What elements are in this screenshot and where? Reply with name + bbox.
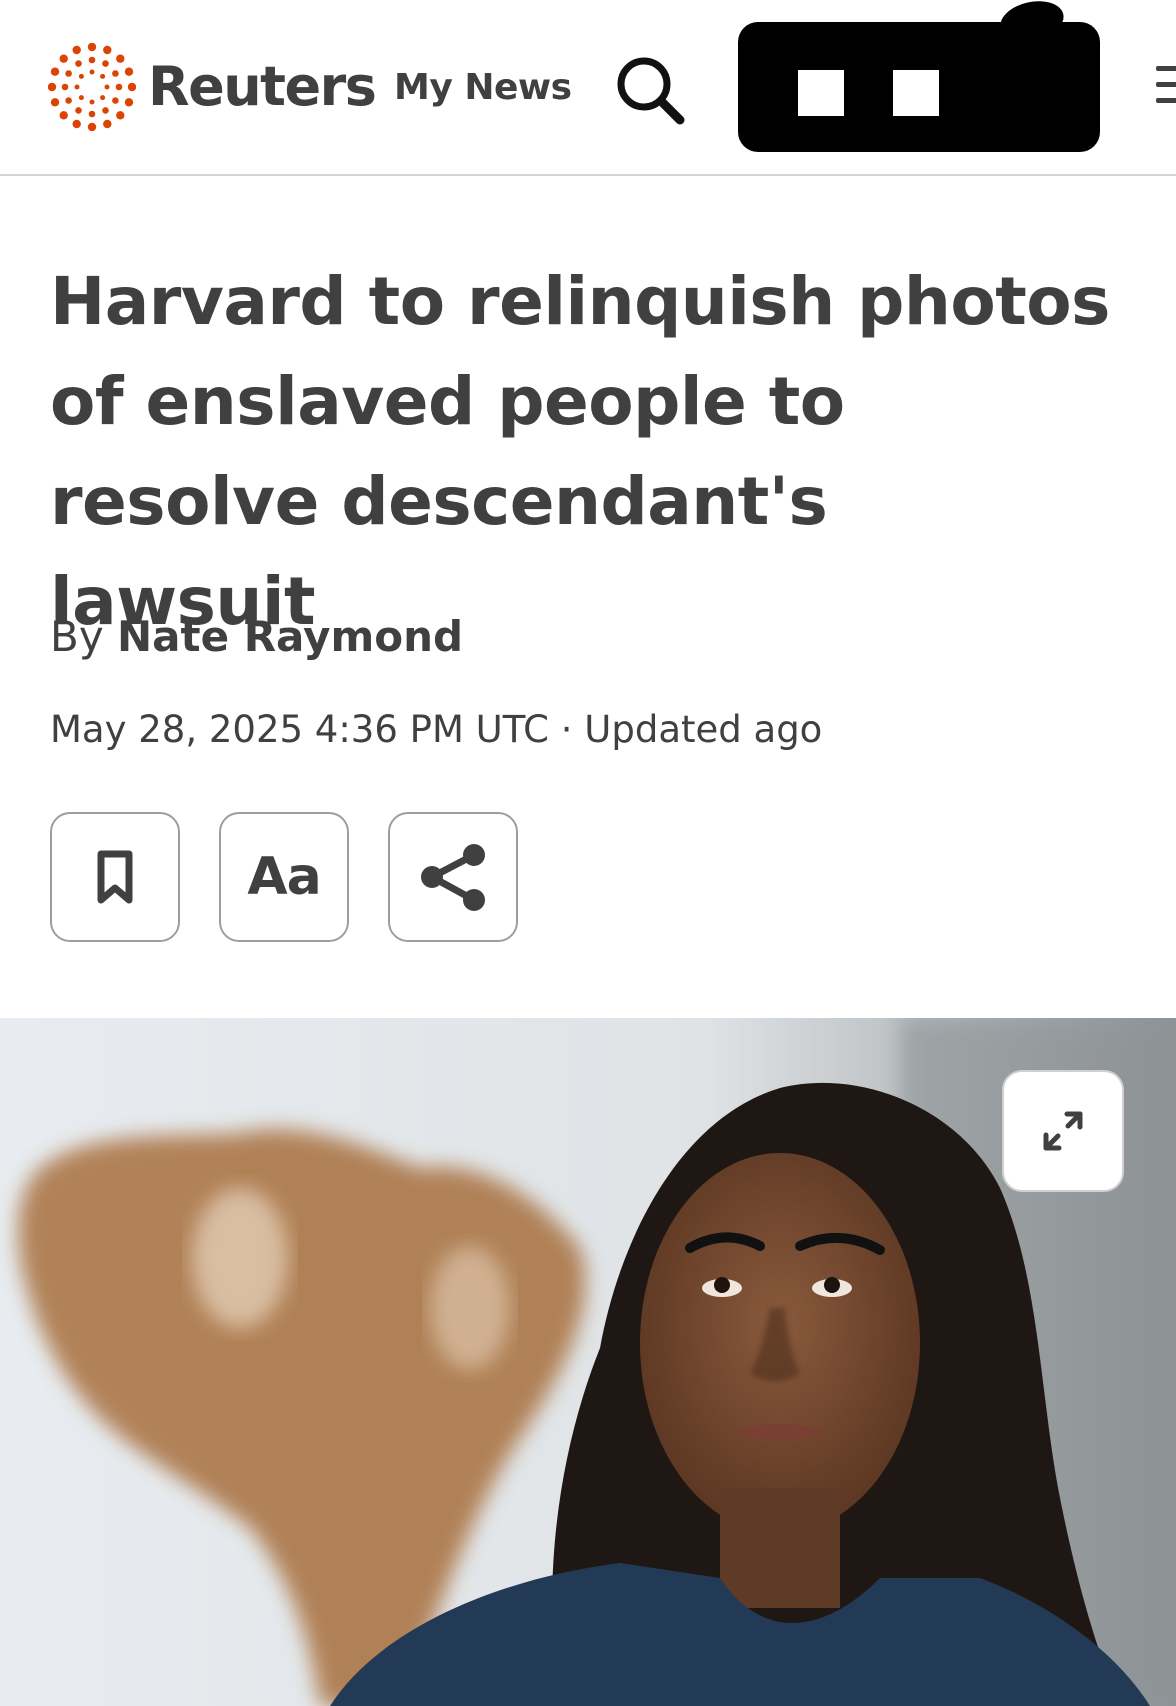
share-button[interactable] [388,812,518,942]
expand-icon [1043,1111,1083,1151]
updated-label: Updated ago [584,708,823,751]
reuters-logo-icon[interactable] [48,43,136,131]
search-icon [617,57,685,125]
site-header: Reuters My News [0,0,1176,176]
brand-name[interactable]: Reuters [148,54,377,120]
article-headline: Harvard to relinquish photos of enslaved… [50,263,1110,640]
publish-date: May 28, 2025 4:36 PM UTC [50,708,549,751]
hero-image[interactable] [0,1018,1176,1706]
menu-button[interactable] [1156,62,1176,110]
share-icon [421,844,485,911]
expand-image-button[interactable] [1002,1070,1124,1192]
my-news-link[interactable]: My News [394,66,572,110]
byline-prefix: By [50,612,104,661]
text-size-button[interactable]: Aa [219,812,349,942]
text-size-label: Aa [247,847,321,907]
dateline: May 28, 2025 4:36 PM UTC · Updated ago [50,704,822,756]
hero-photo [0,1018,1176,1706]
redacted-square [798,70,844,116]
redacted-square [893,70,939,116]
bookmark-button[interactable] [50,812,180,942]
date-separator: · [560,708,573,751]
search-button[interactable] [612,52,688,128]
bookmark-icon [97,850,133,904]
byline: By Nate Raymond [50,610,463,664]
redacted-area [738,22,1100,152]
author-link[interactable]: Nate Raymond [117,612,463,661]
